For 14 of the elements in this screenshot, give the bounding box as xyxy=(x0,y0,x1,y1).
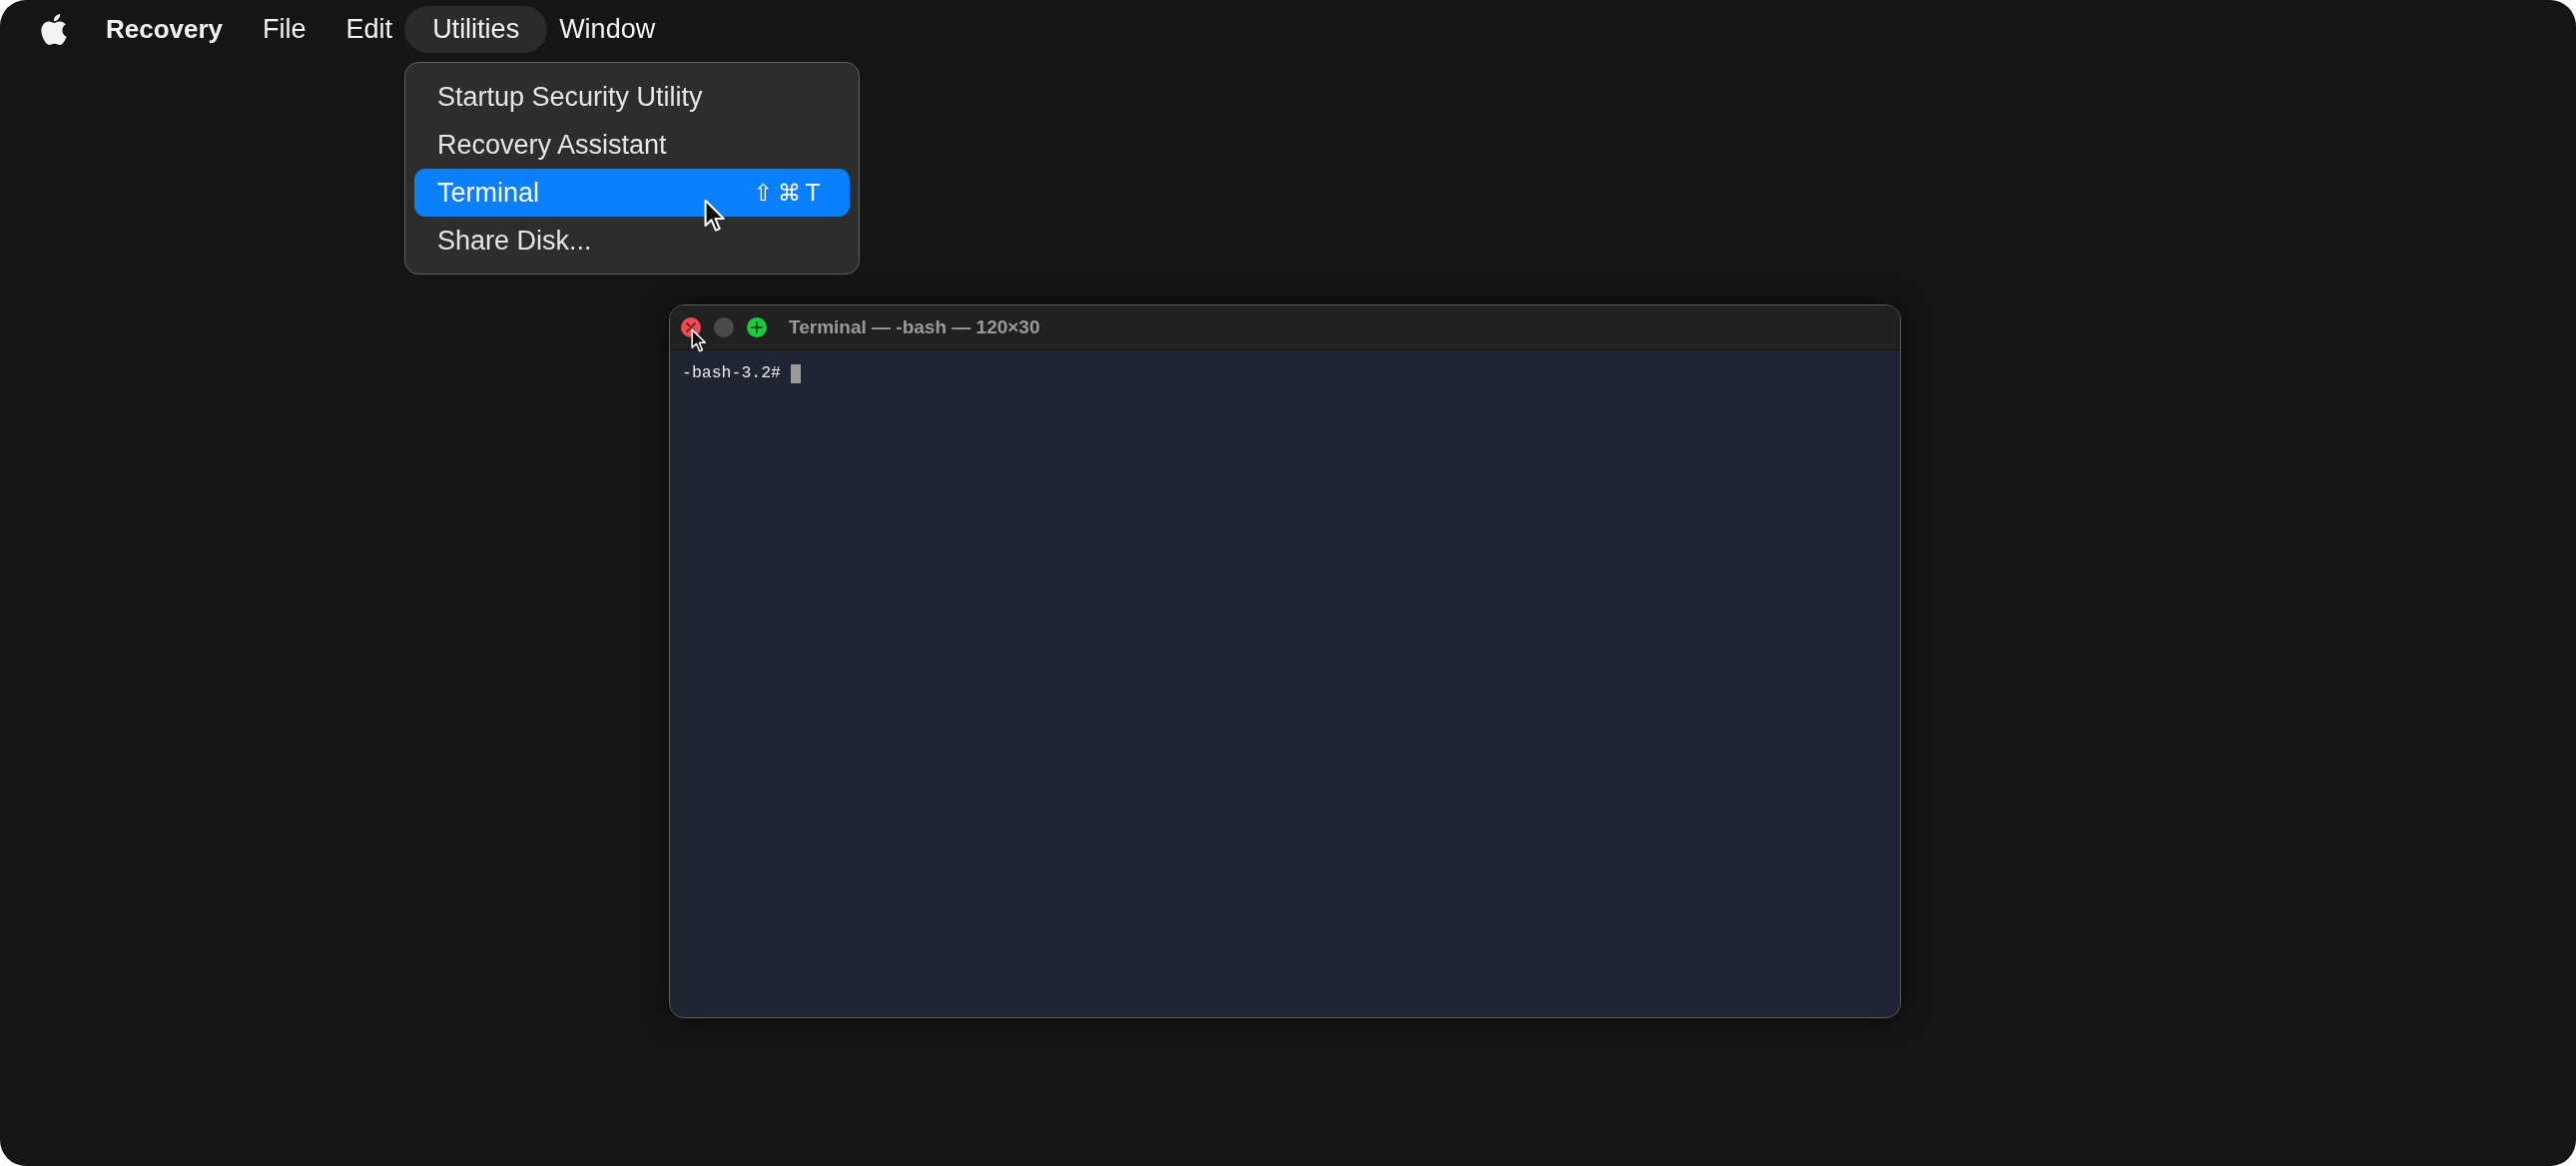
menu-item[interactable]: Terminal ⇧⌘T xyxy=(414,169,850,217)
apple-icon[interactable] xyxy=(41,13,67,45)
menu-item[interactable]: Share Disk... xyxy=(414,217,850,265)
plus-icon xyxy=(751,321,763,333)
menu-bar-item[interactable]: Utilities xyxy=(404,5,548,53)
menu-item[interactable]: Recovery Assistant xyxy=(414,121,850,169)
menu-item[interactable]: Startup Security Utility xyxy=(414,73,850,121)
close-icon xyxy=(686,322,696,332)
keyboard-shortcut: ⇧⌘T xyxy=(753,181,825,205)
window-title: Terminal — -bash — 120×30 xyxy=(789,314,1040,339)
shell-prompt: -bash-3.2# xyxy=(682,363,782,383)
zoom-button[interactable] xyxy=(747,317,767,337)
block-cursor-icon xyxy=(791,363,802,383)
pointer-cursor-icon xyxy=(704,199,726,234)
